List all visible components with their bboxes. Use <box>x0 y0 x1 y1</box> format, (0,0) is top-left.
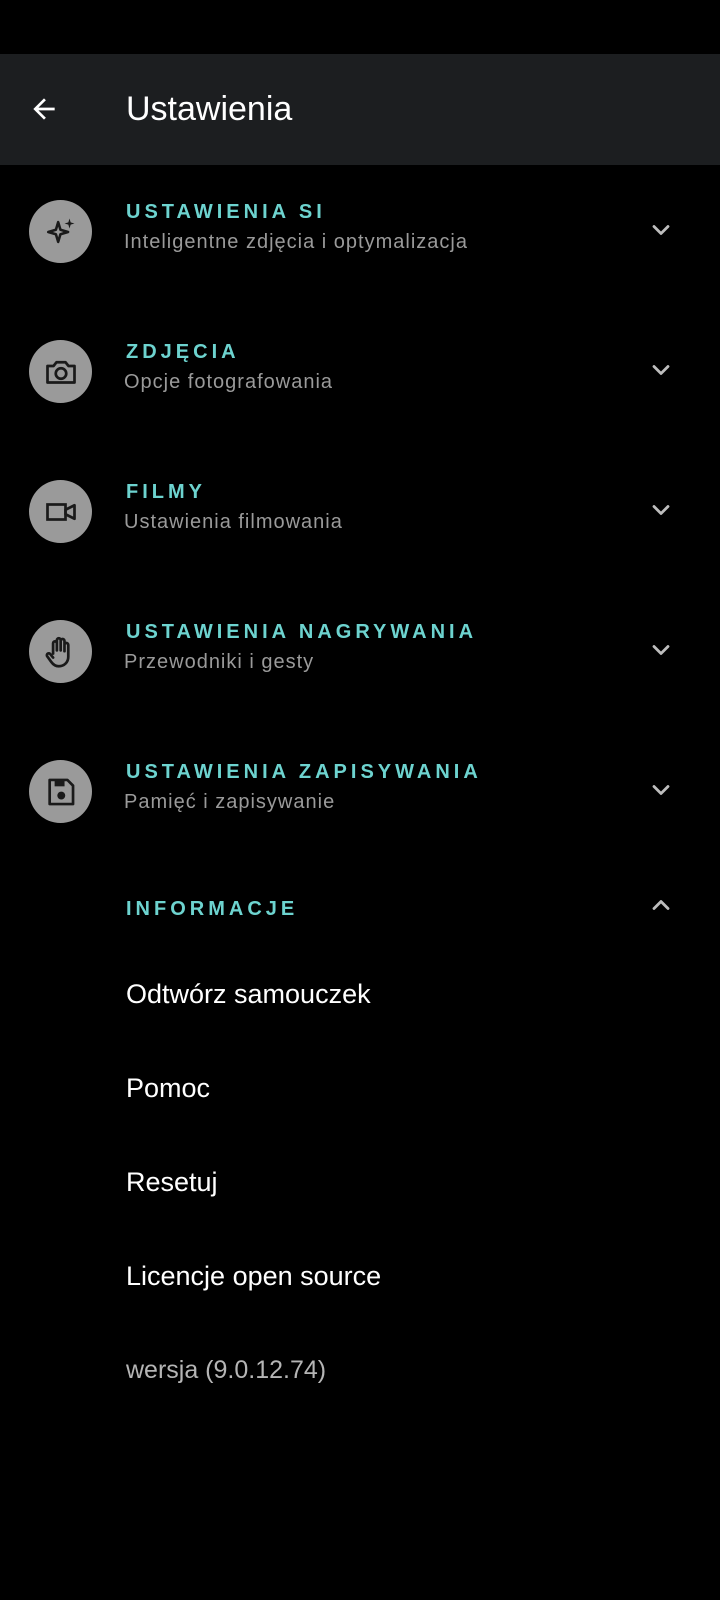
section-subtitle: Przewodniki i gesty <box>124 651 315 673</box>
page-title: Ustawienia <box>126 90 293 128</box>
section-recording-settings[interactable]: USTAWIENIA NAGRYWANIA Przewodniki i gest… <box>0 591 720 711</box>
section-title: FILMY <box>126 481 206 503</box>
section-title: USTAWIENIA NAGRYWANIA <box>126 621 478 643</box>
info-item-label: Pomoc <box>126 1073 211 1103</box>
replay-tutorial-item[interactable]: Odtwórz samouczek <box>0 959 720 1039</box>
status-bar <box>0 0 720 54</box>
section-title: ZDJĘCIA <box>126 341 240 363</box>
section-ai-settings[interactable]: USTAWIENIA SI Inteligentne zdjęcia i opt… <box>0 171 720 291</box>
section-subtitle: Inteligentne zdjęcia i optymalizacja <box>124 231 468 253</box>
version-label: wersja (9.0.12.74) <box>126 1356 327 1384</box>
info-item-label: Odtwórz samouczek <box>126 979 371 1009</box>
chevron-down-icon <box>646 215 676 245</box>
chevron-down-icon <box>646 355 676 385</box>
section-saving-settings[interactable]: USTAWIENIA ZAPISYWANIA Pamięć i zapisywa… <box>0 731 720 851</box>
video-camera-icon <box>29 480 92 543</box>
chevron-down-icon <box>646 495 676 525</box>
section-title: USTAWIENIA SI <box>126 201 326 223</box>
section-information[interactable]: INFORMACJE <box>0 872 720 936</box>
section-title: USTAWIENIA ZAPISYWANIA <box>126 761 482 783</box>
hand-icon <box>29 620 92 683</box>
app-bar: Ustawienia <box>0 54 720 165</box>
help-item[interactable]: Pomoc <box>0 1053 720 1133</box>
section-subtitle: Opcje fotografowania <box>124 371 334 393</box>
info-item-label: Licencje open source <box>126 1261 382 1291</box>
info-item-label: Resetuj <box>126 1167 218 1197</box>
camera-icon <box>29 340 92 403</box>
reset-item[interactable]: Resetuj <box>0 1147 720 1227</box>
section-subtitle: Ustawienia filmowania <box>124 511 343 533</box>
section-title: INFORMACJE <box>126 898 299 920</box>
arrow-back-icon <box>28 93 60 125</box>
sparkle-icon <box>29 200 92 263</box>
section-photos[interactable]: ZDJĘCIA Opcje fotografowania <box>0 311 720 431</box>
section-videos[interactable]: FILMY Ustawienia filmowania <box>0 451 720 571</box>
open-source-licenses-item[interactable]: Licencje open source <box>0 1241 720 1321</box>
section-subtitle: Pamięć i zapisywanie <box>124 791 336 813</box>
save-icon <box>29 760 92 823</box>
chevron-up-icon <box>646 890 676 920</box>
chevron-down-icon <box>646 635 676 665</box>
chevron-down-icon <box>646 775 676 805</box>
back-button[interactable] <box>14 79 74 139</box>
